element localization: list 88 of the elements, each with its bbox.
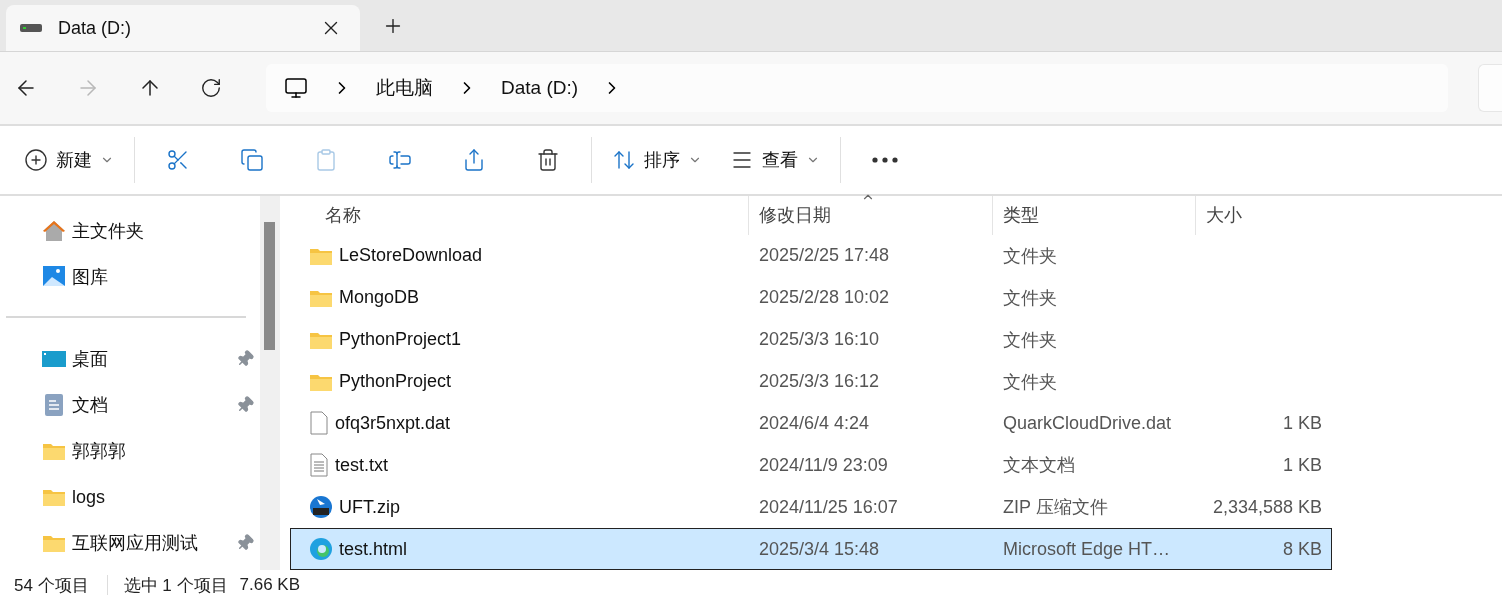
scrollbar[interactable]: [260, 196, 280, 570]
breadcrumb-item[interactable]: 此电脑: [376, 75, 433, 101]
folder-icon: [42, 487, 66, 507]
date-cell-text: 2025/2/28 10:02: [758, 287, 891, 309]
sidebar-item[interactable]: 郭郭郭: [0, 428, 261, 474]
new-button[interactable]: 新建: [16, 138, 122, 182]
column-header[interactable]: 名称: [290, 196, 748, 235]
sidebar-label: logs: [72, 486, 107, 508]
folder-icon: [42, 441, 66, 461]
copy-icon: [240, 148, 264, 172]
file-row[interactable]: MongoDB 2025/2/28 10:02 文件夹: [290, 276, 1332, 319]
file-name: test.txt: [335, 454, 388, 476]
type-cell-text: 文件夹: [1002, 244, 1058, 268]
date-cell-text: 2025/2/25 17:48: [758, 245, 891, 267]
text-file-icon: [309, 453, 329, 478]
type-cell-text: 文件夹: [1002, 328, 1058, 352]
document-icon: [42, 393, 66, 417]
file-row[interactable]: LeStoreDownload 2025/2/25 17:48 文件夹: [290, 234, 1332, 277]
tab-title: Data (D:): [58, 17, 132, 39]
date-cell-text: 2024/11/25 16:07: [758, 496, 899, 518]
date-cell-text: 2025/3/4 15:48: [758, 538, 881, 560]
sidebar-item[interactable]: logs: [0, 474, 261, 520]
window-tab[interactable]: Data (D:): [6, 5, 360, 51]
sidebar-label: 图库: [72, 266, 109, 289]
size-cell-text: 1 KB: [1281, 412, 1323, 434]
rename-icon: [388, 148, 412, 172]
address-bar[interactable]: 此电脑 Data (D:): [266, 64, 1448, 112]
column-header[interactable]: 大小: [1195, 196, 1330, 235]
column-header[interactable]: 类型: [992, 196, 1195, 235]
share-icon: [462, 148, 486, 172]
delete-icon: [536, 148, 560, 172]
sidebar-item[interactable]: 主文件夹: [0, 208, 261, 254]
type-cell-text: QuarkCloudDrive.dat: [1002, 412, 1173, 434]
size-cell-text: 8 KB: [1281, 538, 1323, 560]
file-name: PythonProject: [339, 371, 452, 392]
status-text: 选中 1 个项目: [123, 574, 228, 597]
paste-icon: [314, 148, 338, 172]
status-text: 7.66 KB: [239, 575, 301, 595]
sidebar-label: 文档: [72, 394, 109, 417]
sidebar-item[interactable]: 文档: [0, 382, 261, 428]
view-button[interactable]: 查看: [722, 138, 828, 182]
column-header[interactable]: 修改日期: [748, 196, 992, 235]
drive-icon: [20, 24, 42, 32]
status-text: 54 个项目: [14, 574, 89, 597]
file-row[interactable]: test.txt 2024/11/9 23:09 文本文档 1 KB: [290, 444, 1332, 487]
browser-icon: [309, 537, 333, 562]
file-name: MongoDB: [339, 287, 420, 309]
file-row[interactable]: test.html 2025/3/4 15:48 Microsoft Edge HT… 8 KB: [290, 528, 1332, 571]
date-cell-text: 2025/3/3 16:10: [758, 329, 881, 351]
scroll-thumb[interactable]: [264, 222, 276, 350]
breadcrumb-item[interactable]: Data (D:): [501, 77, 579, 99]
sidebar-label: 郭郭郭: [72, 440, 127, 463]
file-row[interactable]: UFT.zip 2024/11/25 16:07 ZIP 压缩文件 2,334,588 KB: [290, 486, 1332, 529]
sidebar-item[interactable]: 桌面: [0, 336, 261, 382]
file-name: UFT.zip: [339, 496, 400, 518]
type-cell-text: Microsoft Edge HT…: [1002, 538, 1172, 560]
type-cell-text: ZIP 压缩文件: [1002, 496, 1109, 520]
more-icon: [872, 157, 898, 163]
date-cell-text: 2024/6/4 4:24: [758, 412, 871, 434]
sort-button[interactable]: 排序: [604, 138, 710, 182]
gallery-icon: [42, 265, 66, 289]
folder-icon: [42, 533, 66, 553]
size-cell-text: 1 KB: [1281, 454, 1323, 476]
sidebar-label: 桌面: [72, 348, 109, 371]
archive-icon: [309, 495, 333, 520]
file-name: PythonProject1: [339, 329, 462, 351]
type-cell-text: 文本文档: [1002, 454, 1076, 478]
file-row[interactable]: PythonProject1 2025/3/3 16:10 文件夹: [290, 318, 1332, 361]
computer-icon: [284, 76, 308, 100]
sidebar-item[interactable]: 图库: [0, 254, 261, 300]
sidebar-label: 主文件夹: [72, 220, 145, 243]
file-row[interactable]: ofq3r5nxpt.dat 2024/6/4 4:24 QuarkCloudDrive.dat 1 KB: [290, 402, 1332, 445]
date-cell-text: 2024/11/9 23:09: [758, 454, 889, 476]
file-name: ofq3r5nxpt.dat: [335, 412, 451, 434]
date-cell-text: 2025/3/3 16:12: [758, 371, 881, 392]
size-cell-text: 2,334,588 KB: [1211, 496, 1323, 518]
type-cell-text: 文件夹: [1002, 286, 1058, 310]
type-cell-text: 文件夹: [1002, 370, 1058, 394]
file-row[interactable]: PythonProject 2025/3/3 16:12 文件夹: [290, 360, 1332, 403]
desktop-icon: [42, 349, 66, 369]
sidebar-label: 互联网应用测试: [72, 532, 199, 555]
file-name: LeStoreDownload: [339, 245, 483, 267]
sort-icon: [612, 148, 636, 172]
file-icon: [309, 411, 329, 436]
new-icon: [24, 148, 48, 172]
file-name: test.html: [339, 538, 408, 560]
home-icon: [42, 220, 66, 242]
sidebar-item[interactable]: 互联网应用测试: [0, 520, 261, 566]
